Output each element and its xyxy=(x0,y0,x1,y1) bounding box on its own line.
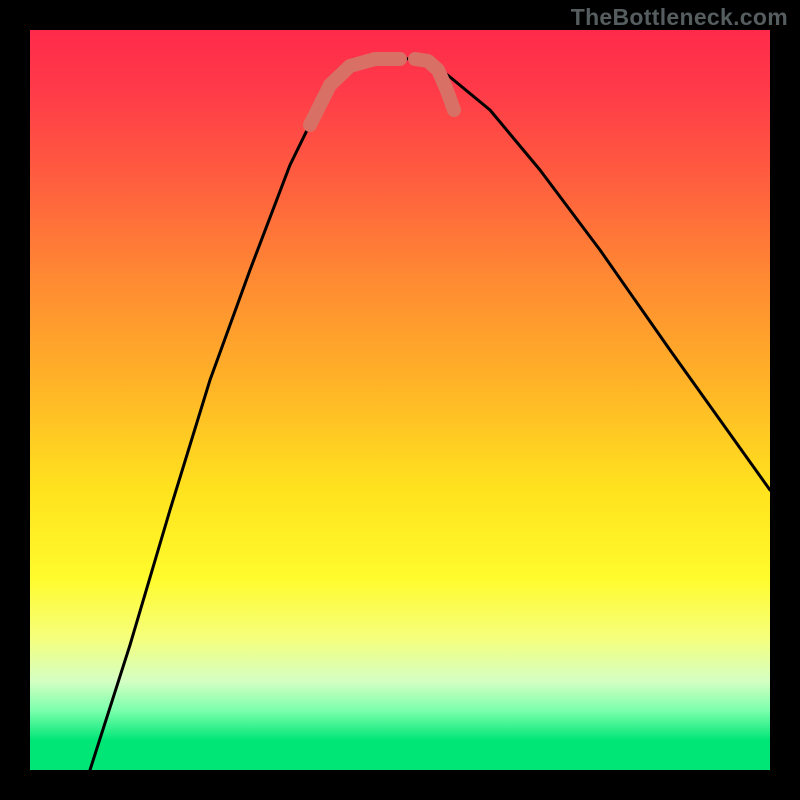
curve-overlay-left xyxy=(310,59,400,125)
watermark-text: TheBottleneck.com xyxy=(571,4,788,31)
frame: TheBottleneck.com xyxy=(0,0,800,800)
chart-svg xyxy=(30,30,770,770)
curve-overlay-right xyxy=(415,59,454,110)
curve-main xyxy=(90,57,770,770)
plot-area xyxy=(30,30,770,770)
